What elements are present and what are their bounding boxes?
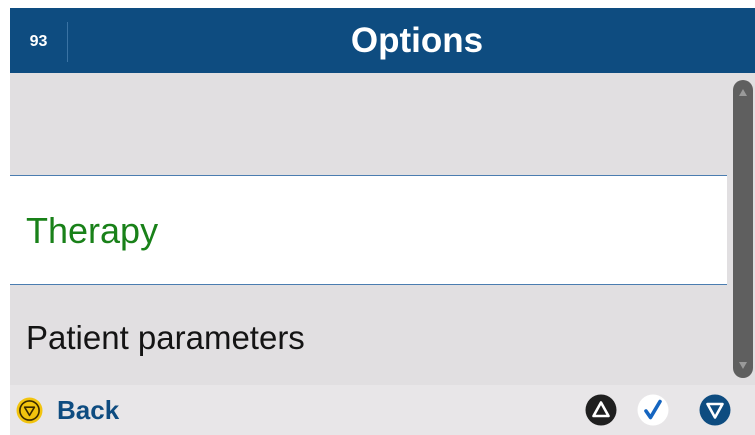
scroll-up-arrow-icon [739,89,747,96]
screen-number: 93 [29,33,48,50]
back-button[interactable]: Back [16,385,119,435]
confirm-button[interactable] [637,394,669,426]
scroll-up-button[interactable] [585,394,617,426]
back-label: Back [57,394,120,425]
header-bar: 93 Options [10,8,755,73]
checkmark-icon [637,394,669,426]
list-item-label: Patient parameters [26,319,305,356]
list-item-therapy[interactable]: Therapy [10,175,727,285]
options-screen: 93 Options Therapy Patient parameters Ba… [10,8,755,435]
triangle-down-icon [699,394,731,426]
list-item-patient-parameters[interactable]: Patient parameters [10,286,727,385]
list-item-empty[interactable] [10,73,727,175]
scrollbar[interactable] [733,80,753,378]
header-divider [67,22,68,62]
triangle-up-icon [585,394,617,426]
footer-bar: Back [10,385,755,435]
page-title: Options [350,21,484,60]
list-item-label: Therapy [26,210,159,251]
back-circle-icon [16,397,43,423]
scroll-down-button[interactable] [699,394,731,426]
scroll-down-arrow-icon [739,362,747,369]
options-list: Therapy Patient parameters [10,73,727,385]
